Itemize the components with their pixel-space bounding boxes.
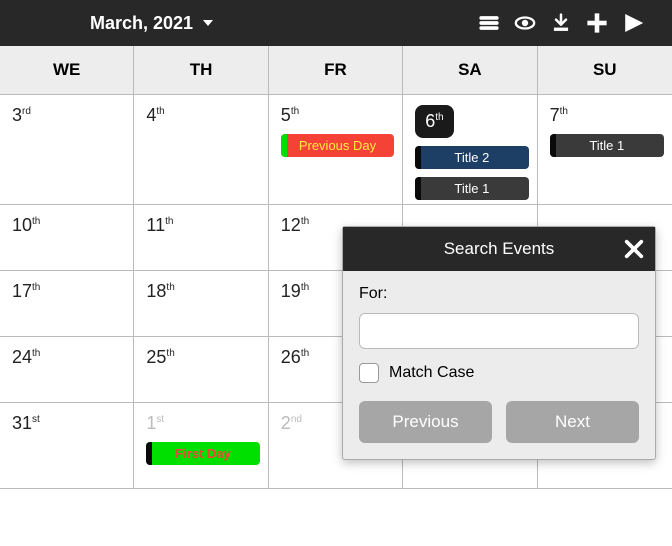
day-number: 5th xyxy=(281,105,299,125)
day-cell[interactable]: 5th Previous Day xyxy=(269,95,403,204)
calendar-event[interactable]: Previous Day xyxy=(281,134,394,157)
day-number: 3rd xyxy=(12,105,31,125)
day-number: 26th xyxy=(281,347,309,367)
next-button[interactable]: Next xyxy=(506,401,639,443)
eye-icon[interactable] xyxy=(514,12,536,34)
day-cell[interactable]: 4th xyxy=(134,95,268,204)
day-number: 4th xyxy=(146,105,164,125)
search-events-popup: Search Events For: Match Case Previous N… xyxy=(342,226,656,460)
top-bar: March, 2021 xyxy=(0,0,672,46)
calendar-event[interactable]: First Day xyxy=(146,442,259,465)
caret-down-icon xyxy=(203,20,213,26)
weekday-header-cell: SU xyxy=(538,46,672,94)
day-cell[interactable]: 24th xyxy=(0,337,134,402)
day-cell[interactable]: 3rd xyxy=(0,95,134,204)
toolbar-icons xyxy=(478,12,644,34)
day-cell[interactable]: 6th Title 2 Title 1 xyxy=(403,95,537,204)
day-number: 19th xyxy=(281,281,309,301)
close-icon[interactable] xyxy=(621,236,647,262)
calendar-event[interactable]: Title 1 xyxy=(415,177,528,200)
menu-icon[interactable] xyxy=(478,12,500,34)
day-number: 11th xyxy=(146,215,173,235)
popup-title: Search Events xyxy=(444,239,555,258)
weekday-header-cell: FR xyxy=(269,46,403,94)
day-number: 17th xyxy=(12,281,40,301)
calendar-event[interactable]: Title 2 xyxy=(415,146,528,169)
day-number: 10th xyxy=(12,215,40,235)
for-label: For: xyxy=(359,285,639,303)
month-picker[interactable]: March, 2021 xyxy=(90,13,213,34)
day-number: 31st xyxy=(12,413,40,433)
day-cell[interactable]: 17th xyxy=(0,271,134,336)
day-number: 18th xyxy=(146,281,174,301)
day-cell[interactable]: 18th xyxy=(134,271,268,336)
day-number: 2nd xyxy=(281,413,302,433)
popup-buttons: Previous Next xyxy=(359,401,639,443)
week-row: 3rd4th5thPrevious Day6thTitle 2Title 17t… xyxy=(0,95,672,205)
month-label-text: March, 2021 xyxy=(90,13,193,34)
weekday-header-cell: WE xyxy=(0,46,134,94)
day-cell[interactable]: 31st xyxy=(0,403,134,488)
popup-body: For: Match Case Previous Next xyxy=(343,271,655,459)
weekday-header-cell: SA xyxy=(403,46,537,94)
match-case-checkbox[interactable] xyxy=(359,363,379,383)
day-cell[interactable]: 1st First Day xyxy=(134,403,268,488)
day-number: 24th xyxy=(12,347,40,367)
download-icon[interactable] xyxy=(550,12,572,34)
day-cell[interactable]: 25th xyxy=(134,337,268,402)
weekday-header: WE TH FR SA SU xyxy=(0,46,672,95)
plus-icon[interactable] xyxy=(586,12,608,34)
day-number: 1st xyxy=(146,413,164,433)
day-number: 7th xyxy=(550,105,568,125)
calendar-event[interactable]: Title 1 xyxy=(550,134,664,157)
today-badge: 6th xyxy=(415,105,453,138)
popup-header: Search Events xyxy=(343,227,655,271)
day-cell[interactable]: 11th xyxy=(134,205,268,270)
match-case-label: Match Case xyxy=(389,364,474,382)
match-case-row: Match Case xyxy=(359,363,639,383)
previous-button[interactable]: Previous xyxy=(359,401,492,443)
weekday-header-cell: TH xyxy=(134,46,268,94)
day-cell[interactable]: 10th xyxy=(0,205,134,270)
search-input[interactable] xyxy=(359,313,639,349)
day-number: 12th xyxy=(281,215,309,235)
day-cell[interactable]: 7th Title 1 xyxy=(538,95,672,204)
day-number: 25th xyxy=(146,347,174,367)
play-icon[interactable] xyxy=(622,12,644,34)
